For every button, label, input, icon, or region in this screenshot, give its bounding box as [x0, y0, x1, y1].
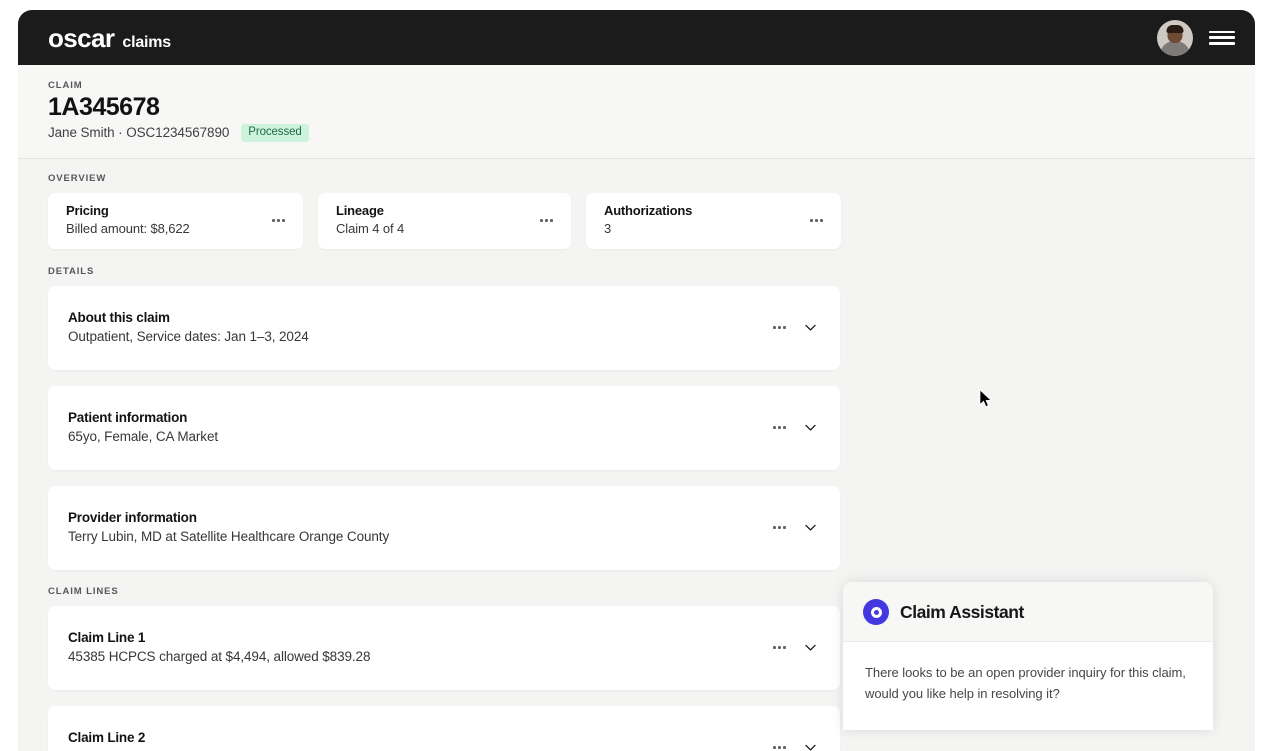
card-actions — [770, 420, 818, 435]
more-options-icon[interactable] — [269, 213, 288, 228]
section-label-details: DETAILS — [48, 265, 95, 277]
overview-card-row: Pricing Billed amount: $8,622 Lineage Cl… — [48, 192, 1225, 249]
card-text: Provider information Terry Lubin, MD at … — [68, 509, 770, 547]
card-subtitle: Terry Lubin, MD at Satellite Healthcare … — [68, 529, 390, 545]
hamburger-bar — [1209, 42, 1235, 45]
details-section: DETAILS About this claim Outpatient, Ser… — [48, 266, 1225, 570]
hamburger-menu-icon[interactable] — [1209, 29, 1235, 47]
more-options-icon[interactable] — [770, 740, 789, 751]
overview-card-text: Pricing Billed amount: $8,622 — [66, 203, 269, 237]
card-text: Claim Line 1 45385 HCPCS charged at $4,4… — [68, 629, 770, 667]
claim-line-card-2[interactable]: Claim Line 2 45380 HCPCS charged at $4,1… — [48, 705, 840, 751]
claim-assistant-body: There looks to be an open provider inqui… — [843, 642, 1213, 731]
overview-card-subtitle: Billed amount: $8,622 — [66, 220, 190, 236]
card-title: Claim Line 2 — [68, 729, 146, 745]
card-text: About this claim Outpatient, Service dat… — [68, 309, 770, 347]
card-subtitle: 45385 HCPCS charged at $4,494, allowed $… — [68, 649, 371, 665]
claim-assistant-title: Claim Assistant — [900, 601, 1024, 622]
card-actions — [770, 320, 818, 335]
chevron-down-icon[interactable] — [803, 320, 818, 335]
app-root: oscar claims CLAIM 1A345678 Jane Smith ·… — [0, 0, 1268, 751]
topbar-actions — [1157, 19, 1235, 56]
more-options-icon[interactable] — [770, 640, 789, 655]
avatar[interactable] — [1157, 19, 1193, 56]
detail-card-about-this-claim[interactable]: About this claim Outpatient, Service dat… — [48, 285, 840, 370]
claim-assistant-panel: Claim Assistant There looks to be an ope… — [843, 582, 1213, 731]
more-options-icon[interactable] — [537, 213, 556, 228]
card-title: About this claim — [68, 309, 170, 325]
status-badge: Processed — [241, 124, 309, 142]
brand-logo[interactable]: oscar claims — [48, 25, 171, 51]
claim-eyebrow-label: CLAIM — [48, 80, 83, 91]
assistant-message: There looks to be an open provider inqui… — [865, 665, 1186, 702]
assistant-logo-icon — [863, 599, 889, 625]
card-text: Claim Line 2 45380 HCPCS charged at $4,1… — [68, 729, 770, 751]
claim-meta-text: Jane Smith · OSC1234567890 — [48, 125, 230, 141]
page-title: 1A345678 — [48, 93, 160, 121]
card-actions — [770, 520, 818, 535]
brand-product-label: claims — [122, 33, 172, 51]
hamburger-bar — [1209, 36, 1235, 39]
card-text: Patient information 65yo, Female, CA Mar… — [68, 409, 770, 447]
avatar-body — [1160, 40, 1190, 56]
overview-card-text: Lineage Claim 4 of 4 — [336, 203, 537, 237]
overview-card-text: Authorizations 3 — [604, 203, 807, 237]
chevron-down-icon[interactable] — [803, 520, 818, 535]
claim-header: CLAIM 1A345678 Jane Smith · OSC123456789… — [18, 65, 1255, 159]
card-title: Patient information — [68, 409, 188, 425]
avatar-hair — [1166, 24, 1184, 33]
detail-card-provider-information[interactable]: Provider information Terry Lubin, MD at … — [48, 485, 840, 570]
chevron-down-icon[interactable] — [803, 420, 818, 435]
brand-name: oscar — [48, 22, 115, 53]
claim-assistant-header[interactable]: Claim Assistant — [843, 582, 1213, 642]
overview-card-pricing[interactable]: Pricing Billed amount: $8,622 — [48, 192, 303, 249]
more-options-icon[interactable] — [770, 320, 789, 335]
card-actions — [770, 740, 818, 751]
card-title: Claim Line 1 — [68, 629, 146, 645]
card-subtitle: Outpatient, Service dates: Jan 1–3, 2024 — [68, 329, 309, 345]
card-subtitle: 65yo, Female, CA Market — [68, 429, 219, 445]
overview-card-title: Lineage — [336, 203, 384, 219]
detail-card-patient-information[interactable]: Patient information 65yo, Female, CA Mar… — [48, 385, 840, 470]
overview-card-lineage[interactable]: Lineage Claim 4 of 4 — [318, 192, 571, 249]
hamburger-bar — [1209, 30, 1235, 33]
claim-meta-row: Jane Smith · OSC1234567890 Processed — [48, 124, 1225, 142]
section-label-overview: OVERVIEW — [48, 172, 107, 184]
overview-card-subtitle: 3 — [604, 220, 612, 236]
overview-card-authorizations[interactable]: Authorizations 3 — [586, 192, 841, 249]
more-options-icon[interactable] — [807, 213, 826, 228]
more-options-icon[interactable] — [770, 420, 789, 435]
top-navigation-bar: oscar claims — [18, 10, 1255, 65]
chevron-down-icon[interactable] — [803, 740, 818, 751]
card-actions — [770, 640, 818, 655]
assistant-logo-ring — [870, 606, 882, 618]
more-options-icon[interactable] — [770, 520, 789, 535]
card-title: Provider information — [68, 509, 197, 525]
overview-card-title: Pricing — [66, 203, 109, 219]
overview-card-title: Authorizations — [604, 203, 693, 219]
claim-line-card-1[interactable]: Claim Line 1 45385 HCPCS charged at $4,4… — [48, 605, 840, 690]
chevron-down-icon[interactable] — [803, 640, 818, 655]
overview-card-subtitle: Claim 4 of 4 — [336, 220, 405, 236]
